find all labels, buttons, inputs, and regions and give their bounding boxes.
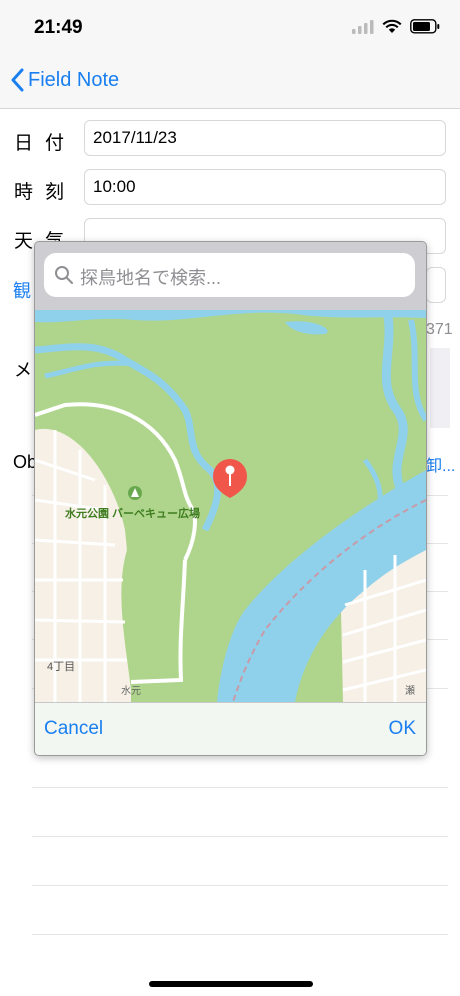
barbecue-poi[interactable] [128, 486, 142, 500]
memo-label: メ [14, 360, 32, 380]
time-field[interactable]: 10:00 [84, 169, 446, 205]
back-label: Field Note [28, 68, 120, 91]
time-label: 時刻 [14, 182, 77, 203]
search-icon [55, 266, 73, 284]
ok-button[interactable]: OK [389, 718, 416, 740]
status-bar: 21:49 [0, 0, 460, 56]
chevron-left-icon [11, 68, 24, 92]
search-placeholder: 探鳥地名で検索... [80, 268, 222, 288]
partial-number: 371 [426, 321, 453, 338]
divider [32, 787, 448, 788]
road-label: 瀬 [405, 686, 415, 697]
date-label: 日付 [14, 133, 77, 154]
poi-label: 水元公園 バーベキュー広場 [65, 508, 201, 520]
divider [32, 836, 448, 837]
divider [32, 885, 448, 886]
date-field[interactable]: 2017/11/23 [84, 120, 446, 156]
observe-link[interactable]: 観 [13, 277, 31, 303]
road-label: 水元 [121, 686, 141, 697]
partial-field[interactable] [426, 267, 446, 303]
back-button[interactable]: Field Note [10, 68, 119, 92]
right-link[interactable]: 卸... [426, 452, 455, 476]
status-icons [352, 19, 440, 34]
search-bar: 探鳥地名で検索... [35, 242, 426, 310]
battery-icon [410, 19, 440, 34]
map-view[interactable]: 水元公園 バーベキュー広場 4丁目 水元 瀬 [35, 310, 426, 702]
divider [32, 934, 448, 935]
home-indicator[interactable] [149, 981, 313, 987]
area-label: 4丁目 [47, 661, 76, 673]
cancel-button[interactable]: Cancel [44, 718, 103, 740]
search-input[interactable]: 探鳥地名で検索... [44, 253, 415, 297]
signal-icon [352, 19, 374, 34]
memo-area[interactable] [430, 348, 450, 428]
dialog-footer: Cancel OK [35, 702, 426, 755]
wifi-icon [382, 19, 402, 33]
navigation-bar: Field Note [0, 56, 460, 109]
map-picker-dialog: 探鳥地名で検索... 水元公園 バーベキュー広場 4丁目 水元 瀬 Cancel… [34, 241, 427, 756]
status-time: 21:49 [34, 17, 83, 38]
